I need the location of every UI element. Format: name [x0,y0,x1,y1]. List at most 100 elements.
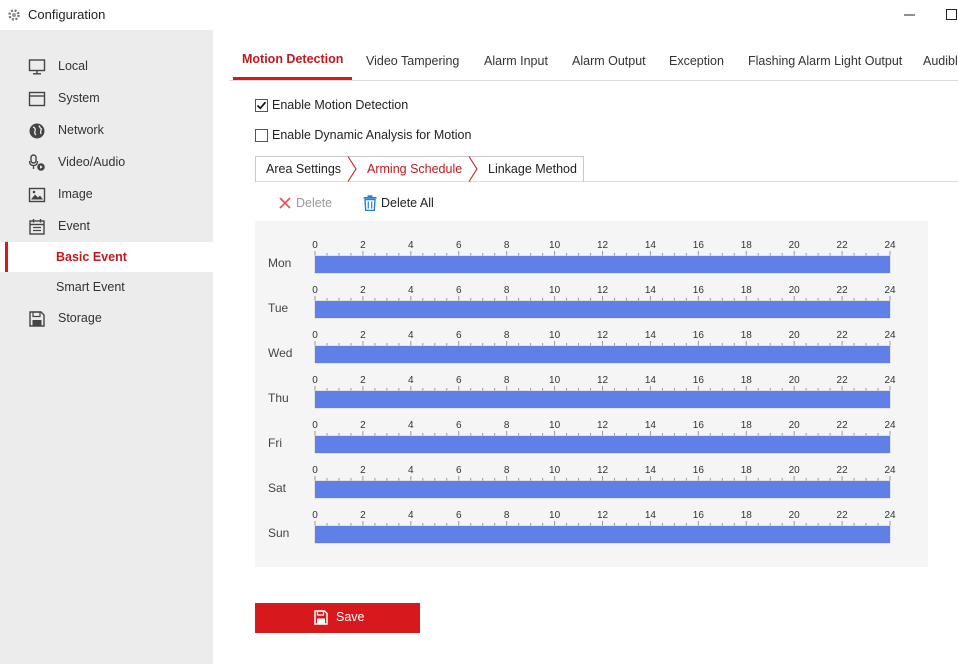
floppy-disk-icon [29,311,45,327]
delete-all-label: Delete All [381,196,434,210]
hour-label: 0 [312,465,318,476]
close-x-icon [279,197,291,209]
sidebar-item-basic-event[interactable]: Basic Event [0,242,213,272]
sidebar-item-local[interactable]: Local [0,52,213,80]
armed-time-bar[interactable] [315,256,890,273]
hour-label: 14 [645,465,657,476]
enable-dynamic-analysis-checkbox[interactable] [255,129,268,142]
hour-label: 22 [837,285,849,296]
armed-time-bar[interactable] [315,526,890,543]
hour-label: 6 [456,510,462,521]
sidebar-item-label: Network [58,123,104,137]
sub-tab-bar: Area Settings Arming Schedule Linkage Me… [255,156,958,182]
hour-label: 10 [549,375,561,386]
tab-exception[interactable]: Exception [669,54,724,68]
hour-label: 12 [597,240,609,251]
hour-label: 18 [741,465,753,476]
tab-flashing-alarm-light-output[interactable]: Flashing Alarm Light Output [748,54,902,68]
sidebar-item-network[interactable]: Network [0,116,213,144]
sidebar-item-system[interactable]: System [0,84,213,112]
globe-icon [29,123,45,139]
hour-label: 6 [456,240,462,251]
enable-motion-detection-checkbox[interactable] [255,99,268,112]
hour-label: 18 [741,240,753,251]
hour-label: 16 [693,375,705,386]
sidebar-item-label: Image [58,187,93,201]
hour-label: 16 [693,420,705,431]
sidebar-item-label: Video/Audio [58,155,126,169]
schedule-timeline[interactable]: Mon0 2 4 6 8 10 12 14 16 18 20 22 24Tue0 2 4 6 8 10 12 14 16… [255,221,928,567]
armed-time-bar[interactable] [315,301,890,318]
hour-label: 4 [408,330,414,341]
hour-label: 20 [789,375,801,386]
tab-video-tampering[interactable]: Video Tampering [366,54,459,68]
sidebar-item-label: Event [58,219,90,233]
hour-label: 12 [597,510,609,521]
hour-label: 18 [741,510,753,521]
hour-label: 20 [789,240,801,251]
armed-time-bar[interactable] [315,436,890,453]
hour-label: 22 [837,465,849,476]
hour-label: 16 [693,240,705,251]
maximize-icon[interactable] [942,5,958,25]
subtab-area-settings[interactable]: Area Settings [266,162,341,176]
day-label: Fri [268,436,282,450]
sidebar-item-smart-event[interactable]: Smart Event [0,273,213,301]
hour-label: 6 [456,330,462,341]
hour-label: 16 [693,285,705,296]
hour-label: 20 [789,330,801,341]
subtab-linkage-method[interactable]: Linkage Method [488,162,577,176]
hour-label: 10 [549,465,561,476]
hour-label: 24 [884,330,896,341]
hour-label: 2 [360,285,366,296]
active-tab-indicator [233,77,352,80]
armed-time-bar[interactable] [315,481,890,498]
hour-label: 8 [504,510,510,521]
hour-label: 14 [645,420,657,431]
sidebar-item-image[interactable]: Image [0,180,213,208]
tab-audible-truncated[interactable]: Audibl [923,54,958,68]
sidebar-item-video-audio[interactable]: Video/Audio [0,148,213,176]
hour-label: 8 [504,375,510,386]
save-label: Save [336,610,365,624]
hour-label: 22 [837,510,849,521]
armed-time-bar[interactable] [315,346,890,363]
trash-icon [363,195,377,211]
tab-alarm-output[interactable]: Alarm Output [572,54,646,68]
hour-label: 16 [693,465,705,476]
hour-label: 12 [597,375,609,386]
hour-label: 4 [408,465,414,476]
hour-label: 20 [789,510,801,521]
day-label: Sun [268,526,289,540]
hour-label: 12 [597,420,609,431]
hour-label: 6 [456,285,462,296]
hour-label: 6 [456,420,462,431]
hour-label: 12 [597,285,609,296]
hour-label: 12 [597,465,609,476]
hour-label: 20 [789,285,801,296]
hour-label: 10 [549,330,561,341]
sidebar-item-label: Smart Event [56,280,125,294]
hour-label: 10 [549,510,561,521]
minimize-icon[interactable] [900,5,920,25]
window-title: Configuration [28,7,106,22]
tab-alarm-input[interactable]: Alarm Input [484,54,548,68]
hour-label: 18 [741,330,753,341]
hour-label: 4 [408,510,414,521]
day-label: Thu [268,391,289,405]
hour-label: 22 [837,375,849,386]
subtab-arming-schedule[interactable]: Arming Schedule [367,162,462,176]
system-window-icon [28,91,46,107]
hour-label: 0 [312,240,318,251]
tab-motion-detection[interactable]: Motion Detection [242,52,343,66]
hour-label: 2 [360,510,366,521]
save-button[interactable]: Save [255,603,420,633]
hour-label: 0 [312,375,318,386]
hour-label: 18 [741,285,753,296]
sidebar-item-storage[interactable]: Storage [0,304,213,332]
sidebar-item-event[interactable]: Event [0,212,213,240]
armed-time-bar[interactable] [315,391,890,408]
hour-label: 24 [884,285,896,296]
hour-label: 2 [360,420,366,431]
sidebar-item-label: Basic Event [56,250,127,264]
